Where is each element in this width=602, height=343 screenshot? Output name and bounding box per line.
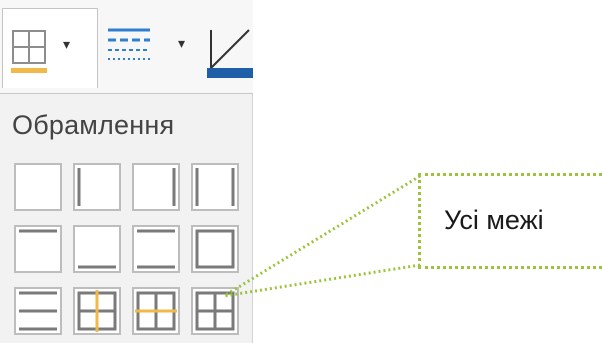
right-border-icon[interactable]: [131, 162, 181, 212]
line-style-dropdown-arrow[interactable]: ▾: [178, 36, 185, 50]
left-right-borders-icon[interactable]: [190, 162, 240, 212]
outer-vertical-inner-icon[interactable]: [72, 286, 122, 336]
all-borders-icon: [11, 30, 47, 73]
outer-horizontal-inner-icon[interactable]: [131, 286, 181, 336]
borders-dropdown-arrow[interactable]: ▾: [63, 37, 70, 51]
bottom-border-icon[interactable]: [72, 224, 122, 274]
outer-border-icon[interactable]: [190, 224, 240, 274]
left-border-icon[interactable]: [72, 162, 122, 212]
top-border-icon[interactable]: [13, 224, 63, 274]
horizontal-inner-icon[interactable]: [13, 286, 63, 336]
section-title: Обрамлення: [12, 110, 175, 140]
all-borders-preset-icon[interactable]: [190, 286, 240, 336]
border-presets-grid: [13, 162, 245, 338]
top-bottom-borders-icon[interactable]: [131, 224, 181, 274]
borders-button[interactable]: ▾: [2, 8, 98, 88]
line-color-button[interactable]: [203, 8, 253, 88]
borders-panel: ▾ ▾ Обрамлення: [0, 0, 253, 343]
no-borders-icon[interactable]: [13, 162, 63, 212]
callout-label: Усі межі: [444, 205, 544, 235]
line-color-icon: [207, 29, 253, 78]
borders-toolbar: ▾ ▾: [0, 0, 253, 94]
line-style-button[interactable]: ▾: [104, 8, 198, 88]
